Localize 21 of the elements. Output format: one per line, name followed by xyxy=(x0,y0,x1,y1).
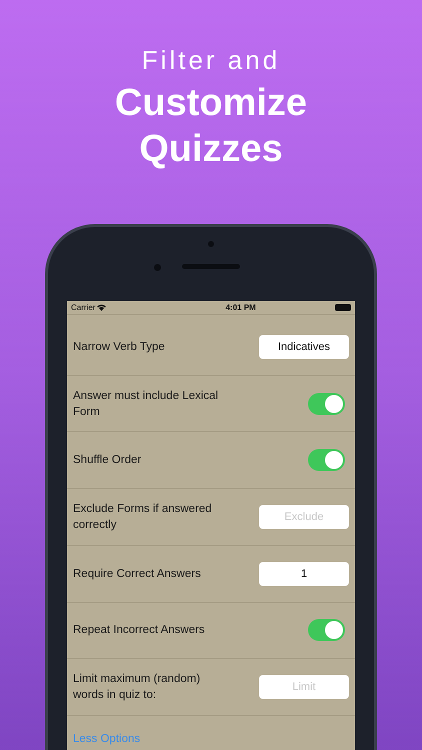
wifi-icon xyxy=(97,304,106,311)
setting-label: Exclude Forms if answered correctly xyxy=(73,502,213,534)
toggle-switch[interactable] xyxy=(308,619,345,642)
setting-label: Narrow Verb Type xyxy=(73,340,165,355)
speaker-icon xyxy=(182,264,240,269)
camera-icon xyxy=(154,264,161,271)
toggle-switch[interactable] xyxy=(308,449,345,472)
setting-label: Shuffle Order xyxy=(73,453,142,468)
setting-label: Limit maximum (random) words in quiz to: xyxy=(73,672,202,704)
input-field[interactable]: Indicatives xyxy=(259,334,349,359)
toggle-switch[interactable] xyxy=(308,392,345,415)
camera-icon xyxy=(208,241,214,247)
input-field[interactable]: 1 xyxy=(259,562,349,586)
carrier-text: Carrier xyxy=(71,302,96,314)
setting-label: Answer must include Lexical Form xyxy=(73,388,220,420)
clock-text: 4:01 PM xyxy=(226,302,256,314)
headline: Customize Quizzes xyxy=(114,81,308,172)
subtitle: Filter and xyxy=(142,44,280,77)
battery-icon xyxy=(335,304,351,311)
setting-label: Repeat Incorrect Answers xyxy=(73,623,205,638)
setting-label: Require Correct Answers xyxy=(73,566,201,582)
